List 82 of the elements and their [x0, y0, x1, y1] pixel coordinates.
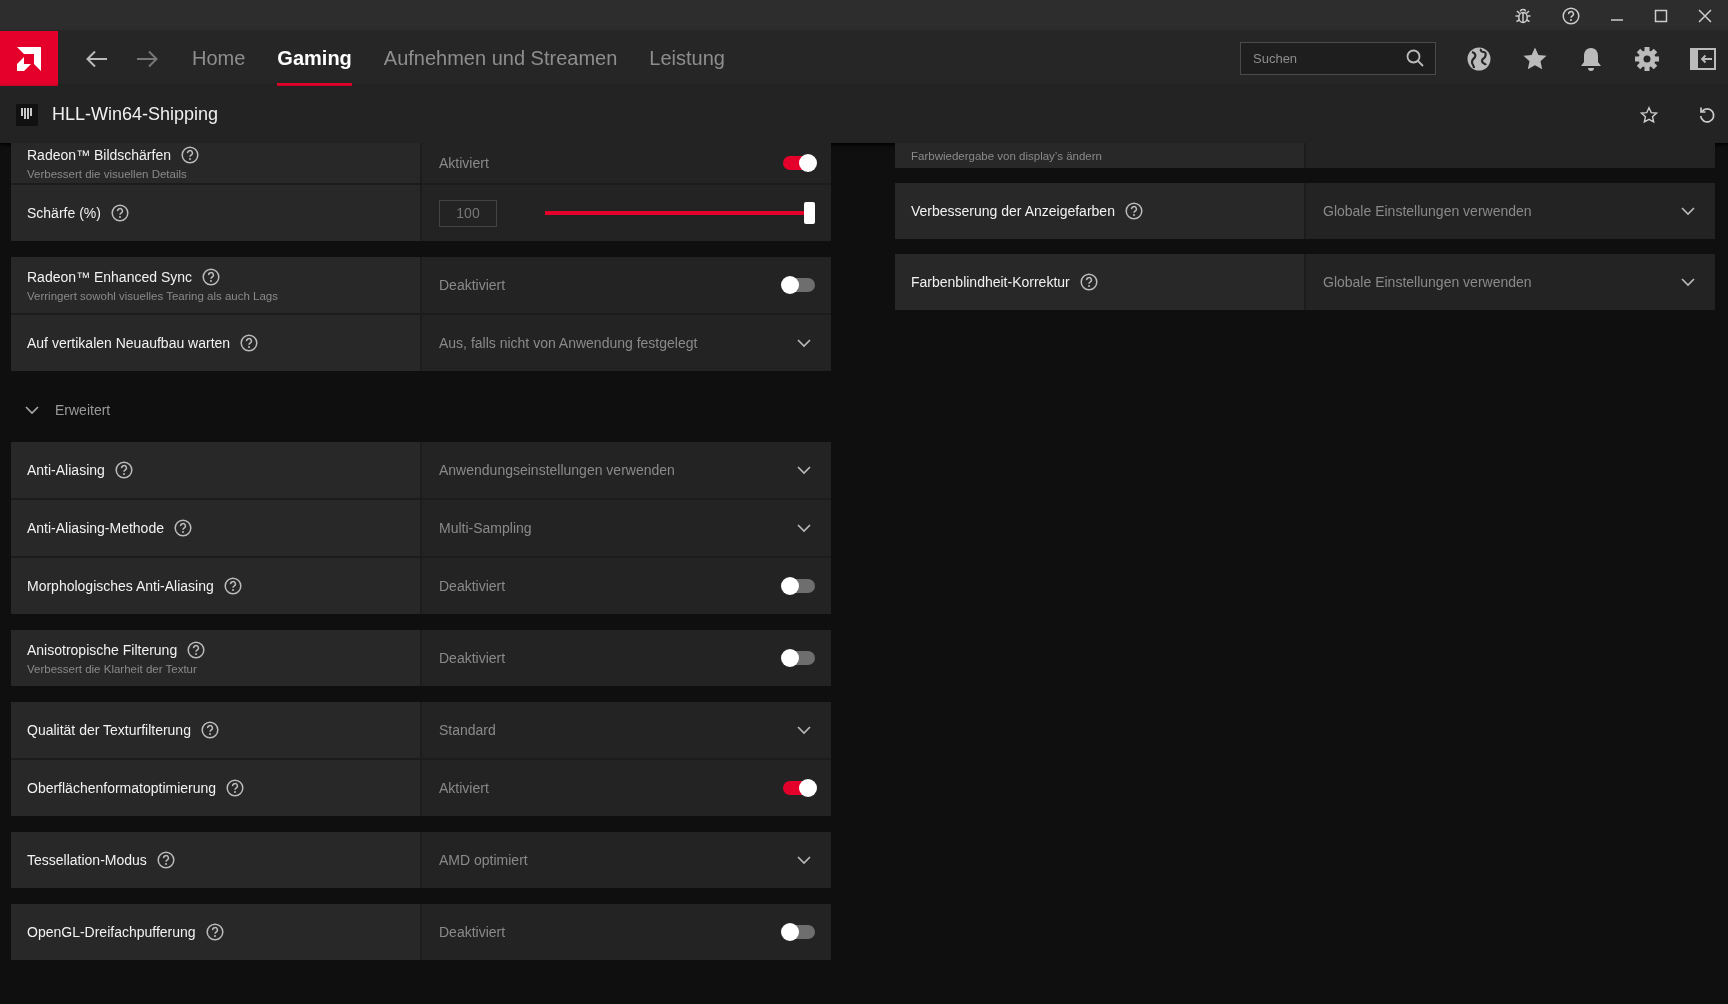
- nav-tab[interactable]: Leistung: [649, 31, 725, 86]
- sidebar-icon[interactable]: [1690, 46, 1716, 71]
- globe-icon[interactable]: [1466, 45, 1492, 72]
- dropdown-value[interactable]: Globale Einstellungen verwenden: [1323, 203, 1665, 219]
- help-icon[interactable]: [223, 577, 242, 595]
- back-arrow-icon[interactable]: [86, 49, 108, 68]
- help-icon[interactable]: [1079, 273, 1098, 291]
- setting-label: Anti-Aliasing-Methode: [27, 520, 164, 536]
- close-icon[interactable]: [1698, 8, 1712, 23]
- bell-icon[interactable]: [1578, 45, 1604, 72]
- reset-icon[interactable]: [1698, 105, 1716, 124]
- help-icon[interactable]: [205, 923, 224, 941]
- toggle-status: Deaktiviert: [439, 277, 507, 293]
- setting-description: Farbwiedergabe von display’s ändern: [911, 149, 1103, 162]
- setting-label: Oberflächenformatoptimierung: [27, 780, 217, 796]
- setting-label: Radeon™ Bildschärfen: [27, 147, 171, 163]
- logo-button[interactable]: [0, 31, 58, 86]
- dropdown-value[interactable]: Aus, falls nicht von Anwendung festgelegt: [439, 335, 781, 351]
- toggle-status: Aktiviert: [439, 780, 490, 796]
- toggle-switch[interactable]: [783, 579, 815, 593]
- setting-label: Anti-Aliasing: [27, 462, 105, 478]
- toggle-switch[interactable]: [783, 781, 815, 795]
- toggle-status: Deaktiviert: [439, 650, 507, 666]
- help-icon[interactable]: [200, 721, 219, 739]
- help-icon[interactable]: [156, 851, 175, 869]
- slider-thumb[interactable]: [804, 202, 815, 224]
- setting-label: Tessellation-Modus: [27, 852, 147, 868]
- chevron-down-icon[interactable]: [797, 725, 811, 735]
- help-icon[interactable]: [110, 204, 129, 222]
- maximize-icon[interactable]: [1654, 8, 1668, 23]
- dropdown-value[interactable]: Multi-Sampling: [439, 520, 781, 536]
- setting-label: Qualität der Texturfilterung: [27, 722, 191, 738]
- help-icon[interactable]: [181, 146, 199, 164]
- settings-icon[interactable]: [1634, 45, 1660, 72]
- help-icon[interactable]: [240, 334, 259, 352]
- help-icon[interactable]: [1562, 6, 1580, 25]
- value-field[interactable]: 100: [439, 199, 497, 227]
- section-toggle[interactable]: Erweitert: [55, 402, 111, 418]
- chevron-down-icon[interactable]: [797, 523, 811, 533]
- toggle-status: Deaktiviert: [439, 578, 507, 594]
- setting-label: Schärfe (%): [27, 205, 101, 221]
- dropdown-value[interactable]: Globale Einstellungen verwenden: [1323, 274, 1665, 290]
- nav-tab[interactable]: Aufnehmen und Streamen: [383, 31, 618, 86]
- help-icon[interactable]: [173, 519, 192, 537]
- setting-label: Anisotropische Filterung: [27, 642, 178, 658]
- search-field[interactable]: Suchen: [1240, 42, 1436, 75]
- chevron-down-icon[interactable]: [1681, 277, 1695, 287]
- help-icon[interactable]: [226, 779, 245, 797]
- setting-label: OpenGL-Dreifachpufferung: [27, 924, 196, 940]
- setting-description: Verbessert die visuellen Details: [27, 168, 188, 180]
- toggle-switch[interactable]: [783, 278, 815, 292]
- chevron-down-icon[interactable]: [797, 465, 811, 475]
- toggle-switch[interactable]: [783, 925, 815, 939]
- nav-tab[interactable]: Home: [192, 31, 246, 86]
- toggle-status: Aktiviert: [439, 155, 490, 171]
- help-icon[interactable]: [187, 641, 206, 659]
- setting-label: Auf vertikalen Neuaufbau warten: [27, 335, 231, 351]
- setting-description: Verbessert die Klarheit der Textur: [27, 663, 198, 675]
- setting-label: Verbesserung der Anzeigefarben: [911, 203, 1115, 219]
- toggle-status: Deaktiviert: [439, 924, 507, 940]
- help-icon[interactable]: [1124, 202, 1143, 220]
- dropdown-value[interactable]: AMD optimiert: [439, 852, 781, 868]
- help-icon[interactable]: [202, 268, 220, 286]
- dropdown-value[interactable]: Standard: [439, 722, 781, 738]
- bug-icon[interactable]: [1514, 6, 1532, 25]
- toggle-switch[interactable]: [783, 156, 815, 170]
- setting-description: Verringert sowohl visuelles Tearing als auch Lags: [27, 290, 279, 302]
- chevron-down-icon[interactable]: [25, 405, 39, 415]
- setting-label: Farbenblindheit-Korrektur: [911, 274, 1070, 290]
- forward-arrow-icon[interactable]: [136, 49, 158, 68]
- dropdown-value[interactable]: Anwendungseinstellungen verwenden: [439, 462, 781, 478]
- help-icon[interactable]: [114, 461, 133, 479]
- game-icon: [16, 103, 38, 126]
- search-icon[interactable]: [1406, 49, 1424, 67]
- setting-label: Radeon™ Enhanced Sync: [27, 269, 192, 285]
- chevron-down-icon[interactable]: [1681, 206, 1695, 216]
- setting-label: Morphologisches Anti-Aliasing: [27, 578, 214, 594]
- chevron-down-icon[interactable]: [797, 338, 811, 348]
- chevron-down-icon[interactable]: [797, 855, 811, 865]
- game-title: HLL-Win64-Shipping: [52, 104, 219, 125]
- star-outline-icon[interactable]: [1640, 105, 1658, 124]
- toggle-switch[interactable]: [783, 651, 815, 665]
